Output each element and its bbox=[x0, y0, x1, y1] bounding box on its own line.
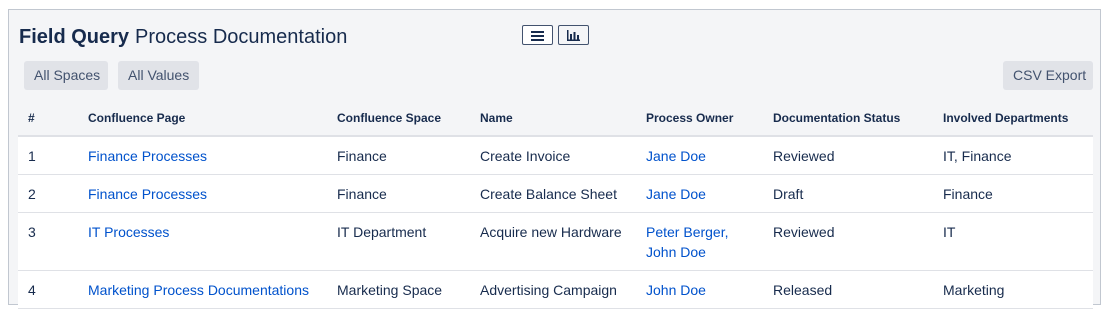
documentation-status-cell: Reviewed bbox=[763, 212, 933, 271]
confluence-space-cell: Finance bbox=[327, 174, 470, 213]
process-owner-cell: John Doe bbox=[636, 270, 763, 309]
bar-chart-icon bbox=[567, 29, 580, 41]
process-owner-link[interactable]: John Doe bbox=[646, 282, 706, 298]
name-cell: Acquire new Hardware bbox=[470, 212, 636, 271]
list-icon bbox=[531, 30, 544, 41]
involved-departments-cell: Finance bbox=[933, 174, 1093, 213]
name-cell: Advertising Campaign bbox=[470, 270, 636, 309]
column-header-confluence-space[interactable]: Confluence Space bbox=[327, 101, 470, 137]
results-table: # Confluence Page Confluence Space Name … bbox=[18, 101, 1093, 309]
confluence-page-cell: IT Processes bbox=[78, 212, 327, 271]
table-row: 4 Marketing Process Documentations Marke… bbox=[18, 270, 1093, 309]
confluence-page-cell: Finance Processes bbox=[78, 136, 327, 175]
column-header-name[interactable]: Name bbox=[470, 101, 636, 137]
all-values-button[interactable]: All Values bbox=[118, 61, 199, 90]
documentation-status-cell: Reviewed bbox=[763, 136, 933, 175]
column-header-process-owner[interactable]: Process Owner bbox=[636, 101, 763, 137]
table-row: 3 IT Processes IT Department Acquire new… bbox=[18, 212, 1093, 271]
name-cell: Create Invoice bbox=[470, 136, 636, 175]
column-header-confluence-page[interactable]: Confluence Page bbox=[78, 101, 327, 137]
row-number: 2 bbox=[18, 174, 78, 213]
chart-view-button[interactable] bbox=[558, 25, 589, 45]
process-owner-link[interactable]: Peter Berger, bbox=[646, 224, 729, 240]
all-spaces-button[interactable]: All Spaces bbox=[24, 61, 108, 90]
column-header-documentation-status[interactable]: Documentation Status bbox=[763, 101, 933, 137]
list-view-button[interactable] bbox=[522, 25, 553, 45]
page-title: Field Query Process Documentation bbox=[19, 24, 347, 50]
confluence-space-cell: IT Department bbox=[327, 212, 470, 271]
confluence-page-cell: Finance Processes bbox=[78, 174, 327, 213]
process-owner-link[interactable]: Jane Doe bbox=[646, 186, 706, 202]
confluence-space-cell: Finance bbox=[327, 136, 470, 175]
involved-departments-cell: Marketing bbox=[933, 270, 1093, 309]
process-owner-link[interactable]: Jane Doe bbox=[646, 148, 706, 164]
process-owner-cell: Peter Berger, John Doe bbox=[636, 212, 763, 271]
involved-departments-cell: IT bbox=[933, 212, 1093, 271]
process-owner-cell: Jane Doe bbox=[636, 136, 763, 175]
table-row: 1 Finance Processes Finance Create Invoi… bbox=[18, 136, 1093, 175]
row-number: 3 bbox=[18, 212, 78, 271]
confluence-page-link[interactable]: Finance Processes bbox=[88, 148, 207, 164]
csv-export-button[interactable]: CSV Export bbox=[1003, 61, 1093, 90]
confluence-page-cell: Marketing Process Documentations bbox=[78, 270, 327, 309]
process-owner-cell: Jane Doe bbox=[636, 174, 763, 213]
row-number: 1 bbox=[18, 136, 78, 175]
title-rest: Process Documentation bbox=[135, 26, 348, 48]
process-owner-link[interactable]: John Doe bbox=[646, 244, 706, 260]
documentation-status-cell: Draft bbox=[763, 174, 933, 213]
column-header-involved-departments[interactable]: Involved Departments bbox=[933, 101, 1093, 137]
table-header-row: # Confluence Page Confluence Space Name … bbox=[18, 101, 1093, 137]
confluence-page-link[interactable]: IT Processes bbox=[88, 224, 169, 240]
row-number: 4 bbox=[18, 270, 78, 309]
title-bold: Field Query bbox=[19, 26, 130, 48]
involved-departments-cell: IT, Finance bbox=[933, 136, 1093, 175]
confluence-space-cell: Marketing Space bbox=[327, 270, 470, 309]
confluence-page-link[interactable]: Finance Processes bbox=[88, 186, 207, 202]
documentation-status-cell: Released bbox=[763, 270, 933, 309]
column-header-number[interactable]: # bbox=[18, 101, 78, 137]
name-cell: Create Balance Sheet bbox=[470, 174, 636, 213]
confluence-page-link[interactable]: Marketing Process Documentations bbox=[88, 282, 309, 298]
table-row: 2 Finance Processes Finance Create Balan… bbox=[18, 174, 1093, 213]
field-query-panel: Field Query Process Documentation All Spa… bbox=[8, 9, 1101, 309]
